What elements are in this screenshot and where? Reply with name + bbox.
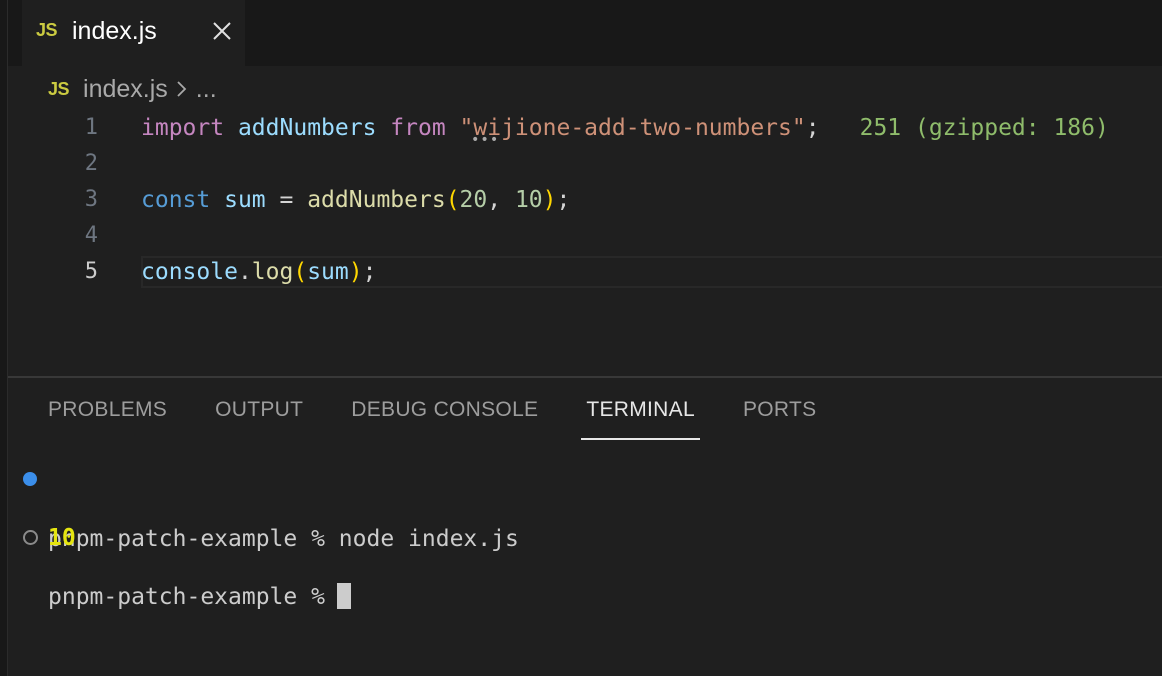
command-success-dot-icon[interactable] [23,472,37,486]
js-file-icon: JS [36,20,58,40]
dot: . [237,259,252,285]
prompt-text: pnpm-patch-example % [48,584,325,610]
breadcrumb-file[interactable]: index.js [83,75,168,104]
function-name: addNumbers [307,187,446,213]
semicolon: ; [556,187,571,213]
keyword-import: import [141,115,225,141]
identifier: sum [307,259,349,285]
line-number: 3 [84,187,98,212]
identifier: addNumbers [237,115,377,141]
operator: = [265,187,308,213]
number-literal: 10 [514,187,543,213]
activity-strip [0,0,8,676]
panel-tabs: PROBLEMS OUTPUT DEBUG CONSOLE TERMINAL P… [48,398,864,440]
bracket: ) [348,259,363,285]
code-editor[interactable]: 1 import addNumbers from "wijione-add-tw… [8,110,1162,376]
code-text: console.log(sum); [141,254,376,290]
close-icon[interactable] [209,14,235,48]
import-cost-hint: 251 (gzipped: 186) [859,115,1109,141]
panel-divider[interactable] [8,376,1162,378]
terminal-prompt: pnpm-patch-example % [48,582,351,612]
identifier: console [141,259,238,285]
tab-label: index.js [72,17,157,45]
terminal-line: 10 [8,493,1162,551]
keyword-const: const [141,187,211,213]
line-number: 5 [84,259,98,284]
semicolon: ; [805,115,820,141]
code-line: 3 const sum = addNumbers(20, 10); [8,182,1162,218]
tab-terminal-label: TERMINAL [586,398,695,421]
editor-tab-bar: JS index.js [8,0,1162,66]
chevron-right-icon [176,79,188,99]
terminal-line: pnpm-patch-example % node index.js [8,464,1162,552]
identifier: sum [224,187,266,213]
line-number: 2 [84,151,98,176]
code-line-current: 5 console.log(sum); [8,254,1162,290]
code-text: const sum = addNumbers(20, 10); [141,182,570,218]
keyword-from: from [390,115,446,141]
bracket: ) [542,187,557,213]
code-line: 2 [8,146,1162,182]
breadcrumb-more[interactable]: ... [196,75,217,104]
tab-terminal[interactable]: TERMINAL [581,398,700,440]
comma: , [487,187,515,213]
tab-output[interactable]: OUTPUT [215,398,303,430]
command-pending-dot-icon[interactable] [23,530,38,545]
bracket: ( [445,187,460,213]
module-string: "wijione-add-two-numbers" [459,115,806,141]
code-line: 1 import addNumbers from "wijione-add-tw… [8,110,1162,148]
bracket: ( [293,259,308,285]
code-text: import addNumbers from "wijione-add-two-… [141,110,1109,146]
breadcrumb: JS index.js ... [48,72,217,106]
line-number: 4 [84,223,98,248]
method-name: log [251,259,294,285]
code-line: 4 [8,218,1162,254]
tab-index-js[interactable]: JS index.js [22,0,245,66]
active-tab-indicator [581,438,700,440]
tab-debug-console[interactable]: DEBUG CONSOLE [351,398,538,430]
terminal-cursor [336,582,351,609]
tab-ports[interactable]: PORTS [743,398,816,430]
js-file-icon: JS [48,78,70,99]
line-number: 1 [84,115,98,140]
terminal-line: pnpm-patch-example % [8,522,1162,610]
number-literal: 20 [459,187,488,213]
semicolon: ; [362,259,377,285]
tab-problems[interactable]: PROBLEMS [48,398,167,430]
